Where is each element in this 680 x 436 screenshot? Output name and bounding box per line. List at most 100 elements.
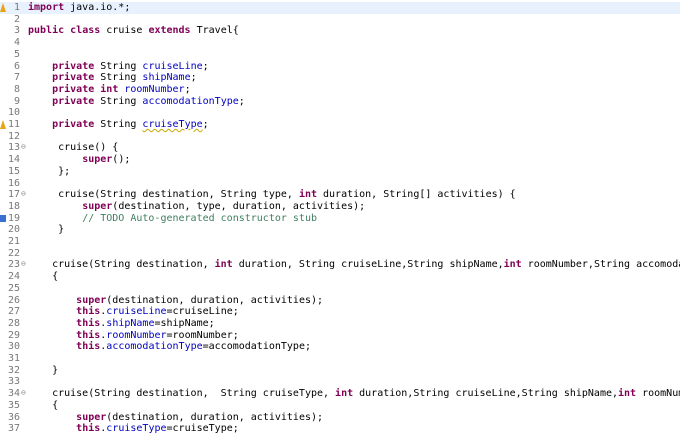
code-editor[interactable]: 1 import java.io.*; 2 3 public class cruise …	[0, 0, 680, 436]
code-text: super(destination, duration, activities)…	[28, 295, 323, 307]
code-line[interactable]: 37 this.cruiseType=cruiseType;	[0, 423, 680, 435]
code-line[interactable]: 11 private String cruiseType;	[0, 119, 680, 131]
code-line[interactable]: 18 super(destination, type, duration, ac…	[0, 201, 680, 213]
code-line[interactable]: 4	[0, 37, 680, 49]
code-line[interactable]: 22	[0, 248, 680, 260]
field-token: shipName	[106, 317, 155, 329]
code-token: cruise(String destination, String cruise…	[28, 388, 336, 400]
code-line[interactable]: 1 import java.io.*;	[0, 2, 680, 14]
code-text: import java.io.*;	[28, 2, 130, 14]
code-line[interactable]: 36 super(destination, duration, activiti…	[0, 412, 680, 424]
code-line[interactable]: 14 super();	[0, 154, 680, 166]
code-line[interactable]: 8 private int roomNumber;	[0, 84, 680, 96]
code-line[interactable]: 24 {	[0, 271, 680, 283]
line-number: 2	[13, 13, 20, 25]
code-text: this.accomodationType=accomodationType;	[28, 341, 311, 353]
fold-toggle-icon[interactable]: ⊖	[21, 388, 26, 398]
line-number: 10	[7, 107, 20, 119]
code-text: public class cruise extends Travel{	[28, 25, 239, 37]
keyword-token: this	[76, 341, 101, 353]
code-token: duration,String cruiseLine,String shipNa…	[353, 388, 619, 400]
code-line[interactable]: 16	[0, 178, 680, 190]
code-token: roomNumber,String acco	[642, 388, 680, 400]
keyword-token: int	[335, 388, 354, 400]
code-line[interactable]: 13 ⊖ cruise() {	[0, 142, 680, 154]
keyword-token: this	[76, 423, 101, 435]
code-line[interactable]: 35 {	[0, 400, 680, 412]
code-line[interactable]: 25	[0, 283, 680, 295]
code-token: duration, String[] activities) {	[317, 189, 516, 201]
line-number: 35	[7, 399, 20, 411]
keyword-token: private	[52, 83, 95, 95]
code-text: };	[28, 166, 70, 178]
code-text: super();	[28, 154, 130, 166]
code-token: cruise() {	[28, 142, 119, 154]
code-token: =shipName;	[154, 317, 215, 329]
code-line[interactable]: 3 public class cruise extends Travel{	[0, 25, 680, 37]
code-line[interactable]: 33	[0, 376, 680, 388]
line-number: 30	[7, 341, 20, 353]
fold-toggle-icon[interactable]: ⊖	[21, 189, 26, 199]
code-line[interactable]: 31	[0, 353, 680, 365]
keyword-token: this	[76, 329, 101, 341]
code-line[interactable]: 10	[0, 107, 680, 119]
code-line[interactable]: 34 ⊖ cruise(String destination, String cr…	[0, 388, 680, 400]
field-token: cruiseType	[142, 119, 203, 130]
code-token: Travel{	[190, 25, 239, 37]
line-number: 9	[13, 95, 20, 107]
code-token: duration, String cruiseLine,String shipN…	[232, 259, 504, 271]
code-token: (destination, duration, activities);	[106, 294, 324, 306]
fold-toggle-icon[interactable]: ⊖	[21, 142, 26, 152]
code-line[interactable]: 30 this.accomodationType=accomodationTyp…	[0, 341, 680, 353]
line-number: 5	[13, 48, 20, 60]
line-number: 18	[7, 200, 20, 212]
code-line[interactable]: 29 this.roomNumber=roomNumber;	[0, 330, 680, 342]
code-text: super(destination, duration, activities)…	[28, 412, 323, 424]
code-line[interactable]: 9 private String accomodationType;	[0, 96, 680, 108]
code-token: String	[94, 72, 143, 84]
code-line[interactable]: 26 super(destination, duration, activiti…	[0, 295, 680, 307]
line-number: 24	[7, 271, 20, 283]
code-line[interactable]: 15 };	[0, 166, 680, 178]
code-text: cruise(String destination, String type, …	[28, 189, 516, 201]
code-line[interactable]: 12	[0, 131, 680, 143]
code-line[interactable]: 5	[0, 49, 680, 61]
code-line[interactable]: 21	[0, 236, 680, 248]
warning-icon[interactable]	[0, 3, 6, 12]
code-line[interactable]: 23 ⊖ cruise(String destination, int durat…	[0, 259, 680, 271]
code-line[interactable]: 7 private String shipName;	[0, 72, 680, 84]
code-text: {	[28, 400, 58, 412]
code-line[interactable]: 27 this.cruiseLine=cruiseLine;	[0, 306, 680, 318]
code-token: cruise(String destination,	[28, 259, 215, 271]
code-line[interactable]: 20 }	[0, 224, 680, 236]
keyword-token: super	[82, 154, 113, 166]
code-text: }	[28, 224, 64, 236]
warning-icon[interactable]	[0, 120, 6, 129]
field-token: roomNumber	[106, 329, 167, 341]
line-number: 32	[7, 364, 20, 376]
line-number: 36	[7, 411, 20, 423]
code-token: ;	[190, 72, 197, 84]
code-line[interactable]: 32 }	[0, 365, 680, 377]
code-line[interactable]: 19 // TODO Auto-generated constructor st…	[0, 213, 680, 225]
fold-toggle-icon[interactable]: ⊖	[21, 259, 26, 269]
comment-token: // TODO Auto-generated constructor stub	[82, 212, 317, 224]
keyword-token: this	[76, 317, 101, 329]
field-token: cruiseLine	[142, 60, 203, 72]
code-text: // TODO Auto-generated constructor stub	[28, 213, 317, 225]
code-token: (destination, type, duration, activities…	[112, 200, 366, 212]
code-line[interactable]: 17 ⊖ cruise(String destination, String ty…	[0, 189, 680, 201]
code-line[interactable]: 6 private String cruiseLine;	[0, 61, 680, 73]
code-token: java.io.*;	[64, 2, 131, 13]
code-line[interactable]: 2	[0, 14, 680, 26]
code-line[interactable]: 28 this.shipName=shipName;	[0, 318, 680, 330]
task-icon[interactable]	[0, 214, 6, 223]
keyword-token: extends	[148, 25, 191, 37]
code-text: private int roomNumber;	[28, 84, 191, 96]
